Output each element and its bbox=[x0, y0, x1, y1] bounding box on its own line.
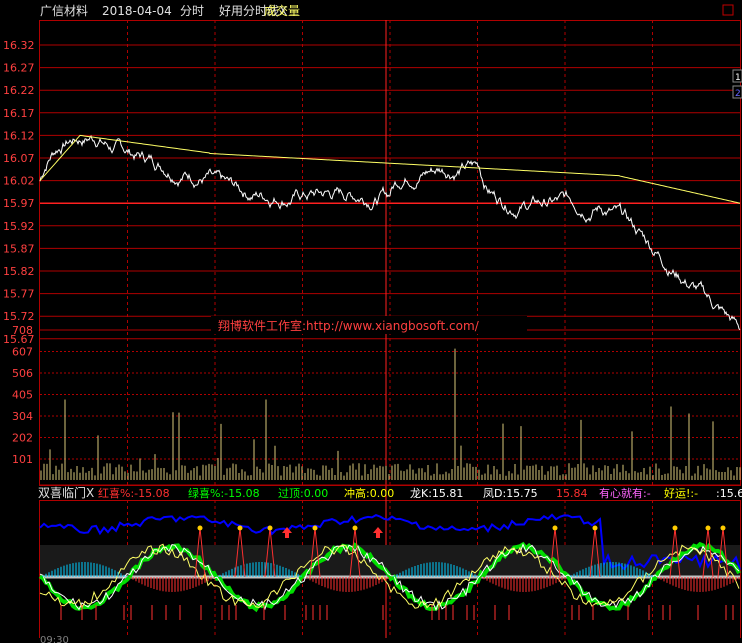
price-tick: 15.77 bbox=[3, 288, 35, 301]
chart-header: 广信材料 2018-04-04 分时 好用分时线X 成交量 bbox=[40, 3, 734, 18]
indicator-item: 凤D:15.75 bbox=[483, 487, 538, 500]
indicator-dot bbox=[705, 525, 711, 531]
indicator-item: 绿喜%:-15.08 bbox=[188, 486, 260, 500]
time-axis: 09:30 bbox=[0, 635, 742, 643]
price-tick: 16.17 bbox=[3, 107, 35, 120]
price-tick: 16.12 bbox=[3, 129, 35, 142]
indicator-dot bbox=[592, 525, 598, 531]
indicator-info-bar: 双喜临门X 红喜%:-15.08 绿喜%:-15.08 过顶:0.00 冲高:0.00… bbox=[38, 485, 742, 500]
watermark: 翔博软件工作室:http://www.xiangbosoft.com/ bbox=[211, 316, 527, 334]
indicator-item: 过顶:0.00 bbox=[278, 487, 328, 500]
stock-name: 广信材料 bbox=[40, 4, 88, 18]
volume-tick: 405 bbox=[12, 389, 33, 402]
intraday-chart[interactable]: 广信材料 2018-04-04 分时 好用分时线X 成交量 16.32 16.27… bbox=[0, 0, 742, 643]
price-tick: 15.72 bbox=[3, 310, 35, 323]
indicator-title: 双喜临门X bbox=[38, 485, 94, 500]
arrow-up-icon bbox=[373, 527, 383, 538]
price-tick: 15.92 bbox=[3, 220, 35, 233]
indicator-dot bbox=[720, 525, 726, 531]
price-tick: 16.27 bbox=[3, 62, 35, 75]
price-axis: 16.32 16.27 16.22 16.17 16.12 16.07 16.02 15.97… bbox=[3, 39, 35, 346]
price-tick: 16.07 bbox=[3, 152, 35, 165]
price-tick: 16.32 bbox=[3, 39, 35, 52]
indicator-dot bbox=[312, 525, 318, 531]
indicator-dot bbox=[197, 525, 203, 531]
indicator-item: 15.84 bbox=[556, 487, 588, 500]
indicator-dot bbox=[267, 525, 273, 531]
indicator-dot bbox=[672, 525, 678, 531]
indicator-item: 龙K:15.81 bbox=[410, 487, 463, 500]
svg-text:09:30: 09:30 bbox=[40, 635, 69, 643]
price-tick: 15.97 bbox=[3, 197, 35, 210]
price-tick: 15.82 bbox=[3, 265, 35, 278]
volume-tick: 506 bbox=[12, 367, 33, 380]
indicator-item: 红喜%:-15.08 bbox=[98, 487, 170, 500]
marker-2: 2 bbox=[735, 89, 741, 99]
indicator-item: 有心就有:- bbox=[599, 486, 651, 500]
volume-tick: 607 bbox=[12, 346, 33, 359]
volume-tick: 708 bbox=[12, 324, 33, 337]
marker-1: 1 bbox=[735, 73, 741, 83]
price-tick: 16.02 bbox=[3, 175, 35, 188]
maximize-icon[interactable] bbox=[722, 4, 734, 16]
indicator-item: 好运!:- bbox=[664, 486, 698, 500]
price-tick: 15.87 bbox=[3, 242, 35, 255]
volume-label: 成交量 bbox=[264, 3, 300, 18]
volume-tick: 304 bbox=[12, 410, 33, 423]
trade-date: 2018-04-04 bbox=[102, 4, 172, 18]
indicator-item: :15.68 bbox=[716, 487, 742, 500]
indicator-dot bbox=[552, 525, 558, 531]
mode-label: 分时 bbox=[180, 4, 204, 18]
volume-tick: 101 bbox=[12, 453, 33, 466]
watermark-text: 翔博软件工作室:http://www.xiangbosoft.com/ bbox=[218, 318, 480, 333]
indicator-item: 冲高:0.00 bbox=[344, 486, 394, 500]
indicator-dot bbox=[237, 525, 243, 531]
volume-tick: 202 bbox=[12, 432, 33, 445]
volume-axis: 708 607 506 405 304 202 101 bbox=[12, 324, 33, 466]
price-tick: 16.22 bbox=[3, 84, 35, 97]
indicator-dot bbox=[352, 525, 358, 531]
